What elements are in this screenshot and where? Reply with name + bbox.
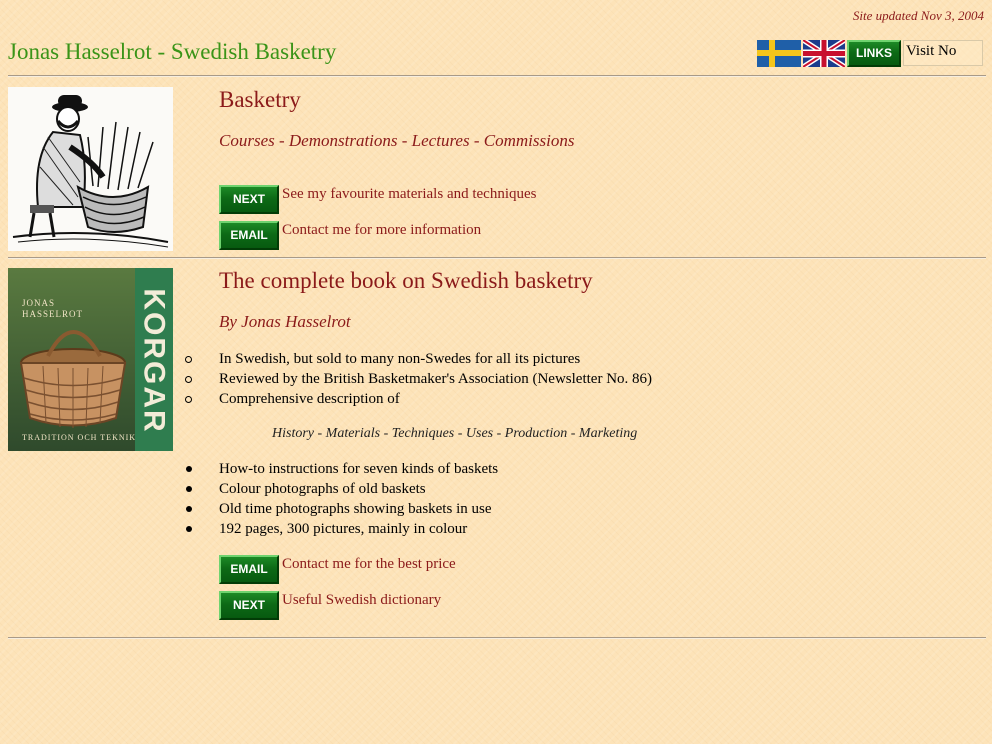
book-author-line2: HASSELROT bbox=[22, 309, 84, 319]
contact-info-link[interactable]: Contact me for more information bbox=[282, 222, 481, 239]
book-facts-list: In Swedish, but sold to many non-Swedes … bbox=[184, 349, 652, 409]
basket-maker-illustration bbox=[8, 87, 173, 251]
links-button[interactable]: LINKS bbox=[847, 40, 901, 67]
list-item: Old time photographs showing baskets in … bbox=[185, 499, 498, 519]
swedish-flag-icon[interactable] bbox=[757, 40, 801, 67]
book-topics: History - Materials - Techniques - Uses … bbox=[272, 426, 638, 441]
book-author-line1: JONAS bbox=[22, 298, 56, 308]
favourite-materials-link[interactable]: See my favourite materials and technique… bbox=[282, 186, 537, 203]
book-cover-image[interactable]: JONAS HASSELROT TRADITION OCH TEKNIK KOR… bbox=[8, 268, 173, 451]
email-button[interactable]: EMAIL bbox=[219, 555, 279, 584]
site-updated-text: Site updated Nov 3, 2004 bbox=[852, 8, 984, 23]
list-item: Reviewed by the British Basketmaker's As… bbox=[184, 369, 652, 389]
site-title: Jonas Hasselrot - Swedish Basketry bbox=[8, 39, 337, 64]
uk-flag-icon[interactable] bbox=[803, 40, 845, 67]
best-price-link[interactable]: Contact me for the best price bbox=[282, 556, 456, 573]
visit-counter: Visit No bbox=[903, 40, 983, 66]
next-button[interactable]: NEXT bbox=[219, 185, 279, 214]
book-contents-list: How-to instructions for seven kinds of b… bbox=[185, 459, 498, 539]
list-item: Colour photographs of old baskets bbox=[185, 479, 498, 499]
swedish-dictionary-link[interactable]: Useful Swedish dictionary bbox=[282, 592, 441, 609]
book-cover-title: KORGAR bbox=[138, 288, 171, 434]
list-item: How-to instructions for seven kinds of b… bbox=[185, 459, 498, 479]
divider-bottom bbox=[8, 637, 986, 639]
book-author: By Jonas Hasselrot bbox=[219, 312, 351, 331]
section-heading-basketry: Basketry bbox=[219, 87, 301, 112]
list-item: In Swedish, but sold to many non-Swedes … bbox=[184, 349, 652, 369]
divider-top bbox=[8, 75, 986, 77]
list-item: 192 pages, 300 pictures, mainly in colou… bbox=[185, 519, 498, 539]
list-item: Comprehensive description of bbox=[184, 389, 652, 409]
book-subtitle: TRADITION OCH TEKNIK bbox=[22, 433, 137, 442]
email-button[interactable]: EMAIL bbox=[219, 221, 279, 250]
next-button[interactable]: NEXT bbox=[219, 591, 279, 620]
book-heading: The complete book on Swedish basketry bbox=[219, 268, 593, 293]
divider-middle bbox=[8, 257, 986, 259]
services-list: Courses - Demonstrations - Lectures - Co… bbox=[219, 131, 575, 150]
